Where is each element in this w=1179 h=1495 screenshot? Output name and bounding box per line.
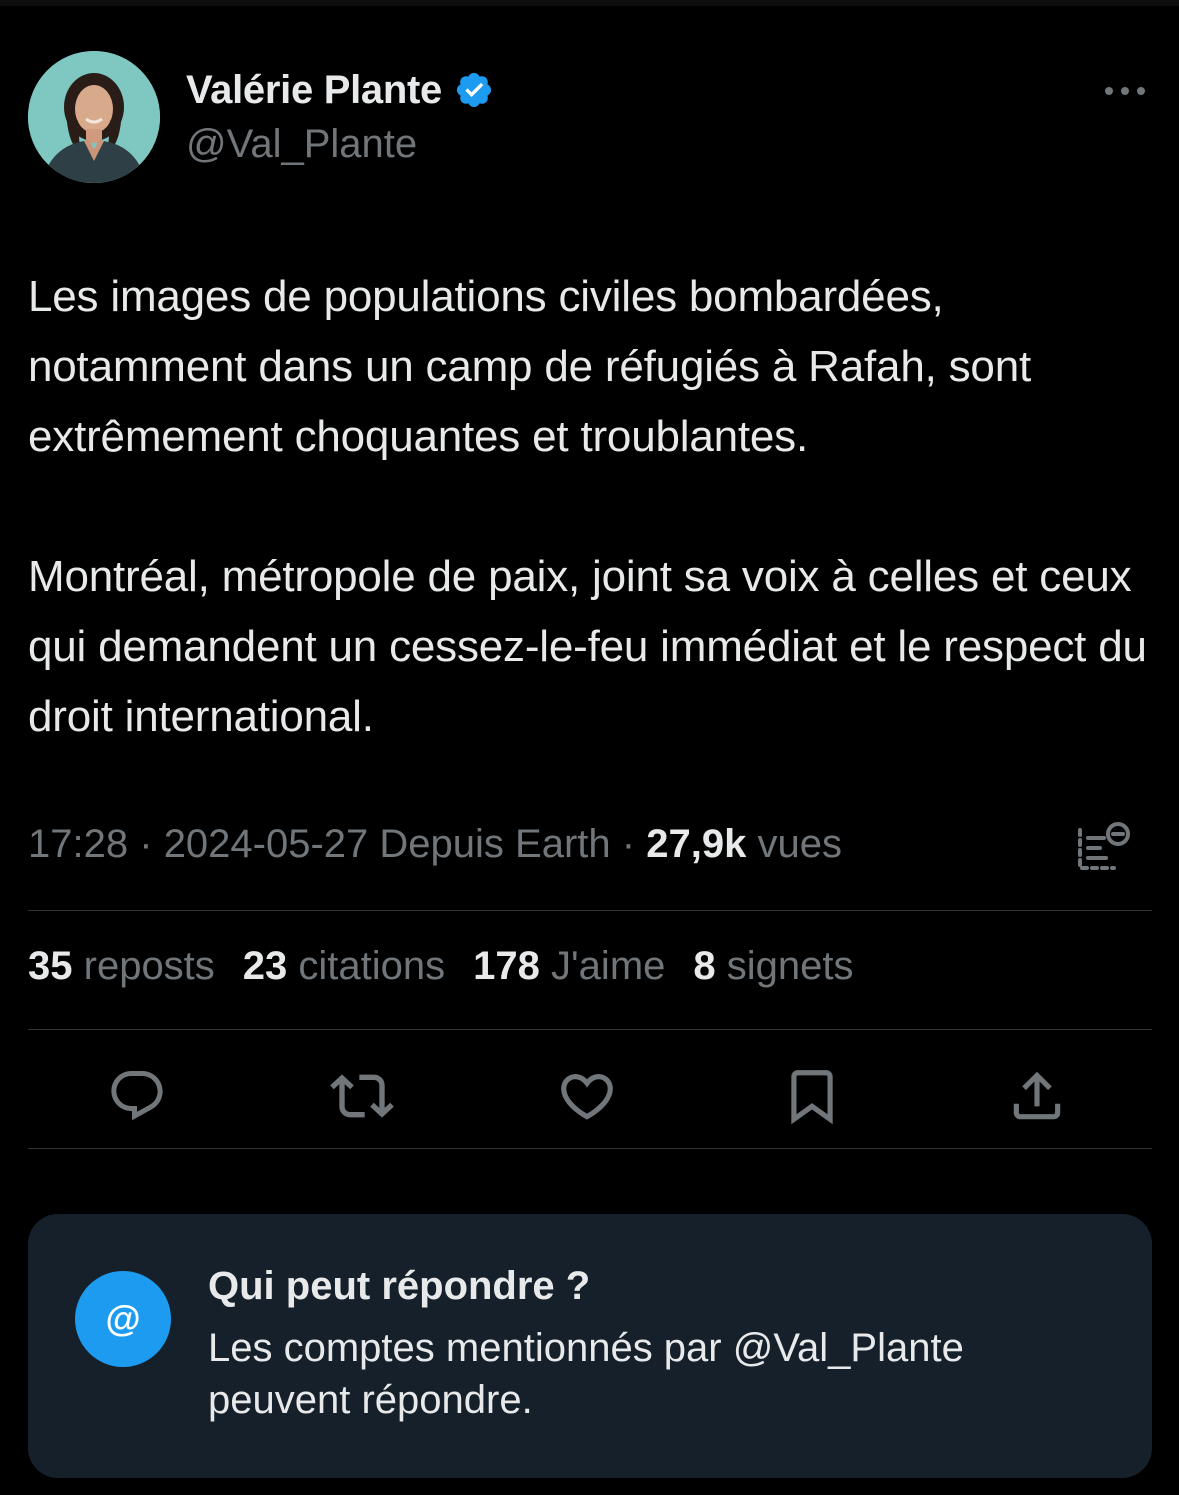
tweet-detail-page: Valérie Plante @Val_Plante Les images de… xyxy=(0,0,1179,1495)
post-analytics-icon[interactable] xyxy=(1074,820,1132,878)
tweet-time[interactable]: 17:28 xyxy=(28,822,128,866)
reply-restriction-title: Qui peut répondre ? xyxy=(208,1264,591,1308)
avatar[interactable] xyxy=(28,51,160,183)
repost-icon xyxy=(330,1074,394,1118)
tweet-source: Depuis Earth xyxy=(379,822,611,866)
stat-quotes[interactable]: 23 citations xyxy=(243,944,445,989)
tweet-text: Les images de populations civiles bombar… xyxy=(28,262,1158,752)
reply-icon xyxy=(111,1071,163,1121)
views-label: vues xyxy=(757,822,842,866)
tweet-date[interactable]: 2024-05-27 xyxy=(164,822,369,866)
tweet-meta: 17:28 · 2024-05-27 Depuis Earth · 27,9k … xyxy=(28,822,842,867)
bookmark-button[interactable] xyxy=(780,1064,844,1128)
top-edge xyxy=(0,0,1179,6)
meta-separator: · xyxy=(139,822,153,866)
verified-badge-icon xyxy=(456,72,492,108)
reply-restriction-description: Les comptes mentionnés par @Val_Plante p… xyxy=(208,1326,964,1422)
meta-separator: · xyxy=(621,822,636,866)
reply-restriction-card: @ Qui peut répondre ? Les comptes mentio… xyxy=(28,1214,1152,1478)
heart-icon xyxy=(561,1074,613,1120)
views-count: 27,9k xyxy=(646,822,747,866)
stat-bookmarks[interactable]: 8 signets xyxy=(693,944,853,989)
bookmark-icon xyxy=(791,1070,833,1125)
stat-reposts[interactable]: 35 reposts xyxy=(28,944,215,989)
repost-button[interactable] xyxy=(330,1064,394,1128)
divider xyxy=(28,910,1152,911)
divider xyxy=(28,1029,1152,1030)
reply-button[interactable] xyxy=(105,1064,169,1128)
author-display-name[interactable]: Valérie Plante xyxy=(186,68,442,113)
divider xyxy=(28,1148,1152,1149)
author-handle[interactable]: @Val_Plante xyxy=(186,122,417,167)
stat-likes[interactable]: 178 J'aime xyxy=(473,944,665,989)
share-icon xyxy=(1013,1071,1061,1120)
tweet-paragraph: Les images de populations civiles bombar… xyxy=(28,272,1032,461)
more-options-icon[interactable] xyxy=(1100,76,1150,106)
like-button[interactable] xyxy=(555,1064,619,1128)
author-name-row[interactable]: Valérie Plante xyxy=(186,66,494,114)
share-button[interactable] xyxy=(1005,1064,1069,1128)
at-mention-icon: @ xyxy=(75,1271,171,1367)
engagement-stats: 35 reposts 23 citations 178 J'aime 8 sig… xyxy=(28,944,854,989)
tweet-paragraph: Montréal, métropole de paix, joint sa vo… xyxy=(28,552,1147,741)
